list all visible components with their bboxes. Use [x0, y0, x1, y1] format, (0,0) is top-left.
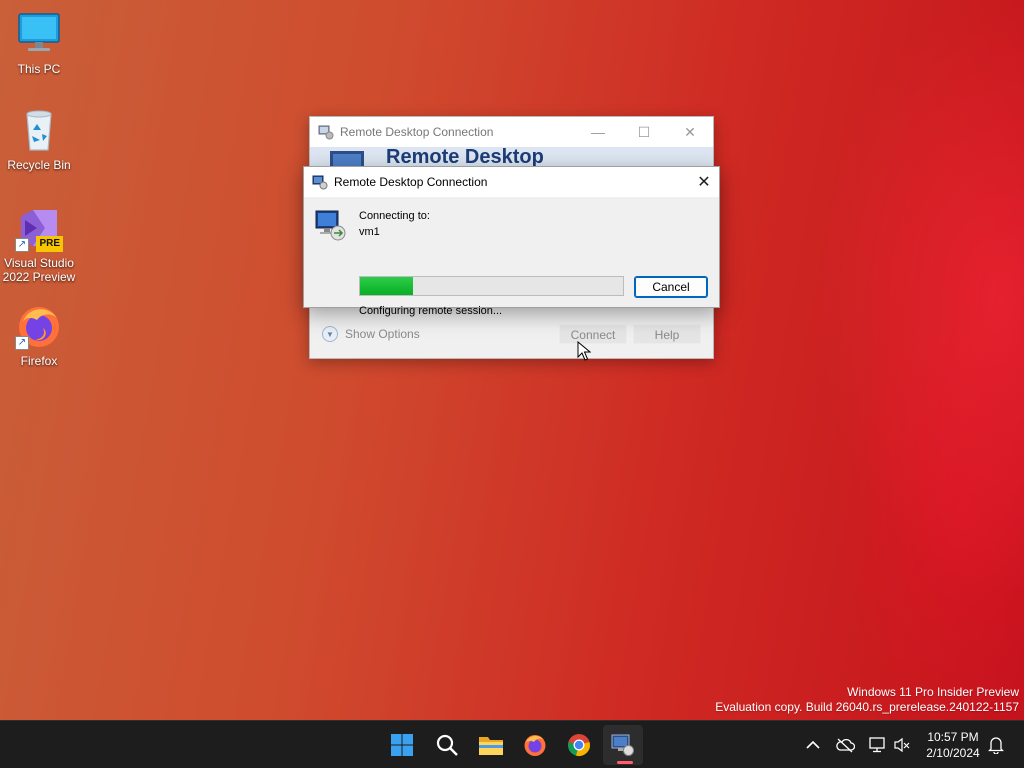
clock-date: 2/10/2024	[926, 746, 980, 760]
windows-watermark: Windows 11 Pro Insider Preview Evaluatio…	[715, 685, 1019, 715]
status-text: Configuring remote session...	[359, 305, 503, 317]
dialog-titlebar[interactable]: Remote Desktop Connection ✕	[304, 167, 719, 197]
desktop-icon-label: Recycle Bin	[7, 158, 71, 172]
rdc-banner-monitor-icon	[330, 151, 364, 167]
cancel-button[interactable]: Cancel	[634, 276, 708, 298]
onedrive-icon	[836, 738, 855, 753]
onedrive-tray-button[interactable]	[833, 733, 857, 757]
desktop-icon-label: Visual Studio 2022 Preview	[2, 256, 76, 284]
chevron-up-icon	[806, 740, 820, 749]
chrome-taskbar-button[interactable]	[559, 725, 599, 765]
taskbar-clock[interactable]: 10:57 PM 2/10/2024	[920, 729, 986, 761]
show-hidden-icons-button[interactable]	[801, 733, 825, 757]
search-button[interactable]	[427, 725, 467, 765]
clock-time: 10:57 PM	[927, 730, 979, 744]
desktop-icon-visual-studio[interactable]: PRE ↗ Visual Studio 2022 Preview	[0, 204, 78, 284]
connecting-to-label: Connecting to:	[359, 210, 430, 222]
firefox-icon: ↗	[15, 302, 63, 350]
taskbar: 10:57 PM 2/10/2024	[0, 720, 1024, 768]
dialog-title: Remote Desktop Connection	[334, 175, 488, 189]
remote-desktop-icon	[312, 175, 328, 190]
recycle-bin-icon	[15, 106, 63, 154]
mouse-cursor-icon	[577, 341, 591, 361]
network-icon	[869, 737, 885, 753]
file-explorer-icon	[479, 737, 503, 755]
desktop-icon-label: This PC	[17, 62, 61, 76]
firefox-icon	[524, 735, 546, 756]
minimize-button[interactable]: —	[575, 117, 621, 147]
show-options-label: Show Options	[345, 327, 420, 341]
chrome-icon	[568, 734, 590, 756]
start-button[interactable]	[382, 725, 422, 765]
active-app-indicator	[617, 761, 633, 764]
progress-fill	[360, 277, 413, 295]
remote-desktop-taskbar-button[interactable]	[603, 725, 643, 765]
file-explorer-button[interactable]	[471, 725, 511, 765]
window-title: Remote Desktop Connection	[340, 125, 494, 139]
notifications-button[interactable]	[984, 733, 1008, 757]
network-tray-button[interactable]	[865, 733, 889, 757]
shortcut-arrow-icon: ↗	[15, 336, 29, 350]
firefox-taskbar-button[interactable]	[515, 725, 555, 765]
rdc-main-titlebar[interactable]: Remote Desktop Connection — ☐ ✕	[310, 117, 713, 147]
remote-desktop-icon	[611, 734, 634, 756]
remote-desktop-icon	[318, 125, 334, 140]
rdc-banner: Remote Desktop	[310, 147, 713, 167]
remote-desktop-connection-icon	[315, 210, 346, 241]
chevron-down-icon: ▼	[322, 326, 338, 342]
watermark-edition: Windows 11 Pro Insider Preview	[847, 685, 1019, 699]
host-name: vm1	[359, 226, 380, 238]
visual-studio-preview-icon: PRE ↗	[15, 204, 63, 252]
desktop-icon-label: Firefox	[20, 354, 58, 368]
banner-title: Remote Desktop	[386, 147, 544, 167]
show-options-toggle[interactable]: ▼ Show Options	[322, 326, 553, 342]
maximize-button[interactable]: ☐	[621, 117, 667, 147]
close-button[interactable]: ✕	[689, 167, 719, 197]
rdc-main-footer: ▼ Show Options Connect Help	[310, 310, 713, 358]
connecting-dialog: Remote Desktop Connection ✕ Connecting t…	[303, 166, 720, 317]
volume-muted-icon	[894, 737, 910, 753]
search-icon	[436, 734, 458, 756]
help-button[interactable]: Help	[633, 324, 701, 344]
connect-button[interactable]: Connect	[559, 324, 627, 344]
desktop-icon-recycle-bin[interactable]: Recycle Bin	[0, 106, 78, 172]
desktop-icon-firefox[interactable]: ↗ Firefox	[0, 302, 78, 368]
volume-tray-button[interactable]	[890, 733, 914, 757]
preview-badge: PRE	[36, 236, 63, 252]
desktop-icon-this-pc[interactable]: This PC	[0, 10, 78, 76]
monitor-icon	[15, 10, 63, 58]
watermark-build: Evaluation copy. Build 26040.rs_prerelea…	[715, 700, 1019, 714]
notifications-bell-icon	[988, 737, 1004, 754]
connection-progress-bar	[359, 276, 624, 296]
dialog-body: Connecting to: vm1 Cancel Configuring re…	[304, 197, 719, 317]
start-icon	[391, 734, 413, 756]
shortcut-arrow-icon: ↗	[15, 238, 29, 252]
close-button[interactable]: ✕	[667, 117, 713, 147]
